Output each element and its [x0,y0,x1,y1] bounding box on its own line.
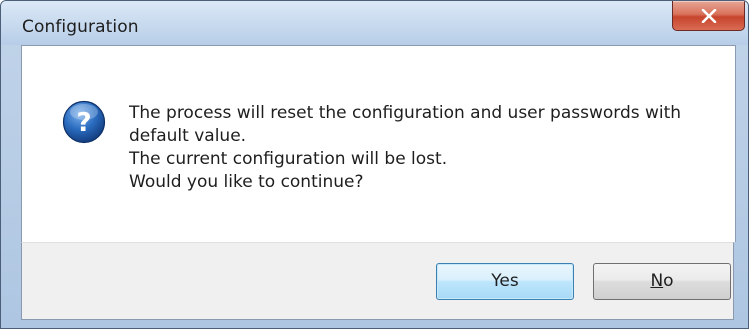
no-button-accelerator: N [650,271,664,291]
svg-text:?: ? [76,108,91,138]
dialog-message: The process will reset the configuration… [129,102,719,194]
yes-button[interactable]: Yes [436,263,574,300]
dialog-window: Configuration ? The process will reset t… [0,0,749,329]
close-button[interactable] [672,1,745,31]
message-line: The current configuration will be lost. [129,149,448,169]
button-bar: Yes No [21,242,734,320]
message-line: Would you like to continue? [129,172,364,192]
title-bar[interactable]: Configuration [1,1,748,45]
no-button[interactable]: No [593,263,731,300]
close-icon [701,9,717,23]
no-button-label: o [663,271,674,291]
message-line: The process will reset the configuration… [129,103,682,123]
yes-button-label: Yes [491,271,519,291]
window-title: Configuration [22,17,139,37]
message-line: default value. [129,126,247,146]
message-area: ? The process will reset the configurati… [21,45,736,242]
question-icon: ? [62,100,106,144]
